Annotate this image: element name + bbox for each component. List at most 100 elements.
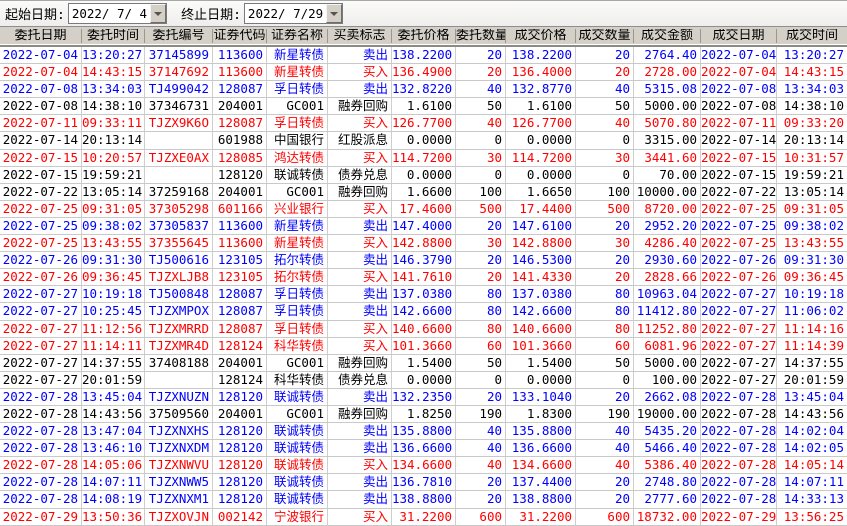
cell-order-no: 37355645 — [145, 235, 213, 252]
table-row[interactable]: 2022-07-25 09:38:02 37305837 113600 新星转债 卖出 14… — [0, 217, 847, 236]
table-row[interactable]: 2022-07-04 13:20:27 37145899 113600 新星转债 卖出 13… — [0, 47, 847, 65]
table-row[interactable]: 2022-07-22 13:05:14 37259168 204001 GC001 融券回… — [0, 183, 847, 201]
table-row[interactable]: 2022-07-15 19:59:21 128120 联诚转债 债券兑息 0.0000 0 0… — [0, 166, 847, 184]
table-row[interactable]: 2022-07-28 13:45:04 TJZXNUZN 128120 联诚转债 卖出 13… — [0, 388, 847, 406]
cell-fill-qty: 20 — [576, 269, 634, 286]
cell-order-no: 37305837 — [145, 217, 213, 235]
column-header-order-time[interactable]: 委托时间 — [82, 29, 145, 43]
cell-order-time: 10:25:45 — [82, 303, 145, 320]
start-date-field[interactable]: 2022/ 7/ 4 — [67, 3, 168, 24]
grid-body: 2022-07-04 13:20:27 37145899 113600 新星转债 卖出 13… — [0, 47, 847, 526]
cell-fill-qty: 60 — [576, 337, 634, 354]
table-row[interactable]: 2022-07-26 09:31:30 TJ500616 123105 拓尔转债 卖出 14… — [0, 252, 847, 270]
cell-side-flag: 债券兑息 — [328, 371, 392, 388]
table-row[interactable]: 2022-07-08 14:38:10 37346731 204001 GC001 融券回… — [0, 98, 847, 116]
table-row[interactable]: 2022-07-28 14:05:06 TJZXNWVU 128120 联诚转债 买入 13… — [0, 457, 847, 475]
cell-fill-time: 10:31:57 — [783, 149, 844, 165]
start-date-value[interactable]: 2022/ 7/ 4 — [68, 4, 151, 23]
cell-fill-date: 2022-07-04 — [701, 64, 777, 81]
cell-fill-amount: 3441.60 — [634, 149, 701, 166]
cell-order-price: 142.8800 — [392, 235, 456, 252]
cell-order-price: 136.4900 — [392, 64, 456, 81]
table-row[interactable]: 2022-07-27 11:12:56 TJZXMRRD 128087 孚日转债 买入 14… — [0, 320, 847, 338]
column-header-fill-price[interactable]: 成交价格 — [506, 29, 576, 43]
cell-fill-date: 2022-07-28 — [701, 405, 777, 423]
cell-order-qty: 20 — [456, 47, 506, 64]
cell-fill-time: 14:05:14 — [783, 457, 844, 473]
cell-fill-date: 2022-07-11 — [701, 115, 777, 132]
table-row[interactable]: 2022-07-04 14:43:15 37147692 113600 新星转债 买入 13… — [0, 64, 847, 82]
column-header-security-code[interactable]: 证券代码 — [213, 29, 267, 43]
column-header-order-no[interactable]: 委托编号 — [145, 29, 213, 43]
cell-fill-qty: 190 — [576, 405, 634, 423]
cell-fill-time: 11:14:16 — [783, 320, 844, 336]
table-row[interactable]: 2022-07-28 14:07:11 TJZXNWW5 128120 联诚转债 卖出 13… — [0, 474, 847, 492]
table-row[interactable]: 2022-07-28 13:47:04 TJZXNXHS 128120 联诚转债 卖出 13… — [0, 423, 847, 441]
cell-fill-time: 09:33:20 — [783, 115, 844, 131]
cell-fill-date: 2022-07-25 — [701, 235, 777, 252]
table-row[interactable]: 2022-07-11 09:33:11 TJZX9K6O 128087 孚日转债 买入 12… — [0, 115, 847, 133]
cell-fill-date: 2022-07-26 — [701, 269, 777, 286]
cell-fill-price: 31.2200 — [506, 508, 576, 525]
cell-fill-price: 101.3660 — [506, 337, 576, 354]
table-row[interactable]: 2022-07-15 10:20:57 TJZXE0AX 128085 鸿达转债 买入 11… — [0, 149, 847, 167]
table-row[interactable]: 2022-07-28 14:43:56 37509560 204001 GC001 融券回… — [0, 405, 847, 424]
cell-fill-time: 20:13:14 — [783, 132, 844, 148]
table-row[interactable]: 2022-07-26 09:36:45 TJZXLJB8 123105 拓尔转债 买入 14… — [0, 269, 847, 287]
table-row[interactable]: 2022-07-28 14:08:19 TJZXNXM1 128120 联诚转债 卖出 13… — [0, 491, 847, 509]
cell-fill-amount: 5070.80 — [634, 115, 701, 132]
cell-side-flag: 卖出 — [328, 491, 392, 508]
cell-order-no: 37346731 — [145, 98, 213, 115]
table-row[interactable]: 2022-07-27 14:37:55 37408188 204001 GC001 融券回… — [0, 354, 847, 372]
end-date-field[interactable]: 2022/ 7/29 — [243, 3, 344, 24]
end-date-value[interactable]: 2022/ 7/29 — [244, 4, 327, 23]
column-header-side-flag[interactable]: 买卖标志 — [328, 29, 392, 43]
cell-security-name: 孚日转债 — [267, 303, 328, 320]
cell-fill-price: 133.1040 — [506, 388, 576, 405]
cell-order-no: 37408188 — [145, 354, 213, 371]
cell-security-code: 601166 — [213, 200, 267, 217]
column-header-fill-amount[interactable]: 成交金额 — [634, 29, 701, 43]
cell-order-qty: 40 — [456, 115, 506, 132]
cell-order-no: TJZXNXHS — [145, 423, 213, 440]
table-row[interactable]: 2022-07-27 11:14:11 TJZXMR4D 128124 科华转债 买入 10… — [0, 337, 847, 355]
cell-order-date: 2022-07-14 — [0, 132, 82, 149]
cell-fill-qty: 50 — [576, 98, 634, 115]
cell-fill-time: 14:43:56 — [783, 405, 844, 421]
cell-order-qty: 0 — [456, 132, 506, 149]
cell-order-price: 1.6600 — [392, 183, 456, 200]
cell-fill-time: 13:20:27 — [783, 47, 844, 62]
table-row[interactable]: 2022-07-27 10:19:18 TJ500848 128087 孚日转债 卖出 13… — [0, 286, 847, 304]
column-header-security-name[interactable]: 证券名称 — [267, 29, 328, 43]
table-row[interactable]: 2022-07-27 20:01:59 128124 科华转债 债券兑息 0.0000 0 0… — [0, 371, 847, 389]
cell-side-flag: 卖出 — [328, 440, 392, 457]
column-header-order-qty[interactable]: 委托数量 — [456, 29, 506, 43]
cell-security-code: 128120 — [213, 474, 267, 491]
table-row[interactable]: 2022-07-14 20:13:14 601988 中国银行 红股派息 0.0000 0 0… — [0, 132, 847, 150]
cell-order-no: TJZXLJB8 — [145, 269, 213, 286]
column-header-fill-qty[interactable]: 成交数量 — [576, 29, 634, 43]
column-header-fill-date[interactable]: 成交日期 — [701, 29, 777, 43]
end-date-dropdown-button[interactable] — [326, 4, 343, 23]
table-row[interactable]: 2022-07-08 13:34:03 TJ499042 128087 孚日转债 卖出 13… — [0, 81, 847, 99]
cell-fill-qty: 100 — [576, 183, 634, 200]
table-row[interactable]: 2022-07-25 13:43:55 37355645 113600 新星转债 买入 14… — [0, 235, 847, 253]
cell-order-time: 11:14:11 — [82, 337, 145, 354]
table-row[interactable]: 2022-07-27 10:25:45 TJZXMPOX 128087 孚日转债 卖出 14… — [0, 303, 847, 321]
table-row[interactable]: 2022-07-29 13:50:36 TJZXOVJN 002142 宁波银行 买入 31… — [0, 508, 847, 526]
start-date-dropdown-button[interactable] — [150, 4, 167, 23]
cell-security-name: 拓尔转债 — [267, 252, 328, 269]
cell-security-name: 中国银行 — [267, 132, 328, 149]
column-header-fill-time[interactable]: 成交时间 — [777, 29, 847, 43]
cell-fill-time: 14:38:10 — [783, 98, 844, 114]
cell-fill-amount: 10963.04 — [634, 286, 701, 303]
table-row[interactable]: 2022-07-28 13:46:10 TJZXNXDM 128120 联诚转债 卖出 13… — [0, 440, 847, 458]
cell-order-no: TJZXMR4D — [145, 337, 213, 354]
cell-security-code: 113600 — [213, 47, 267, 64]
column-header-order-date[interactable]: 委托日期 — [0, 29, 82, 43]
cell-security-name: 联诚转债 — [267, 457, 328, 474]
cell-order-price: 114.7200 — [392, 149, 456, 166]
cell-order-date: 2022-07-28 — [0, 440, 82, 457]
table-row[interactable]: 2022-07-25 09:31:05 37305298 601166 兴业银行 买入 17… — [0, 200, 847, 218]
column-header-order-price[interactable]: 委托价格 — [392, 29, 456, 43]
